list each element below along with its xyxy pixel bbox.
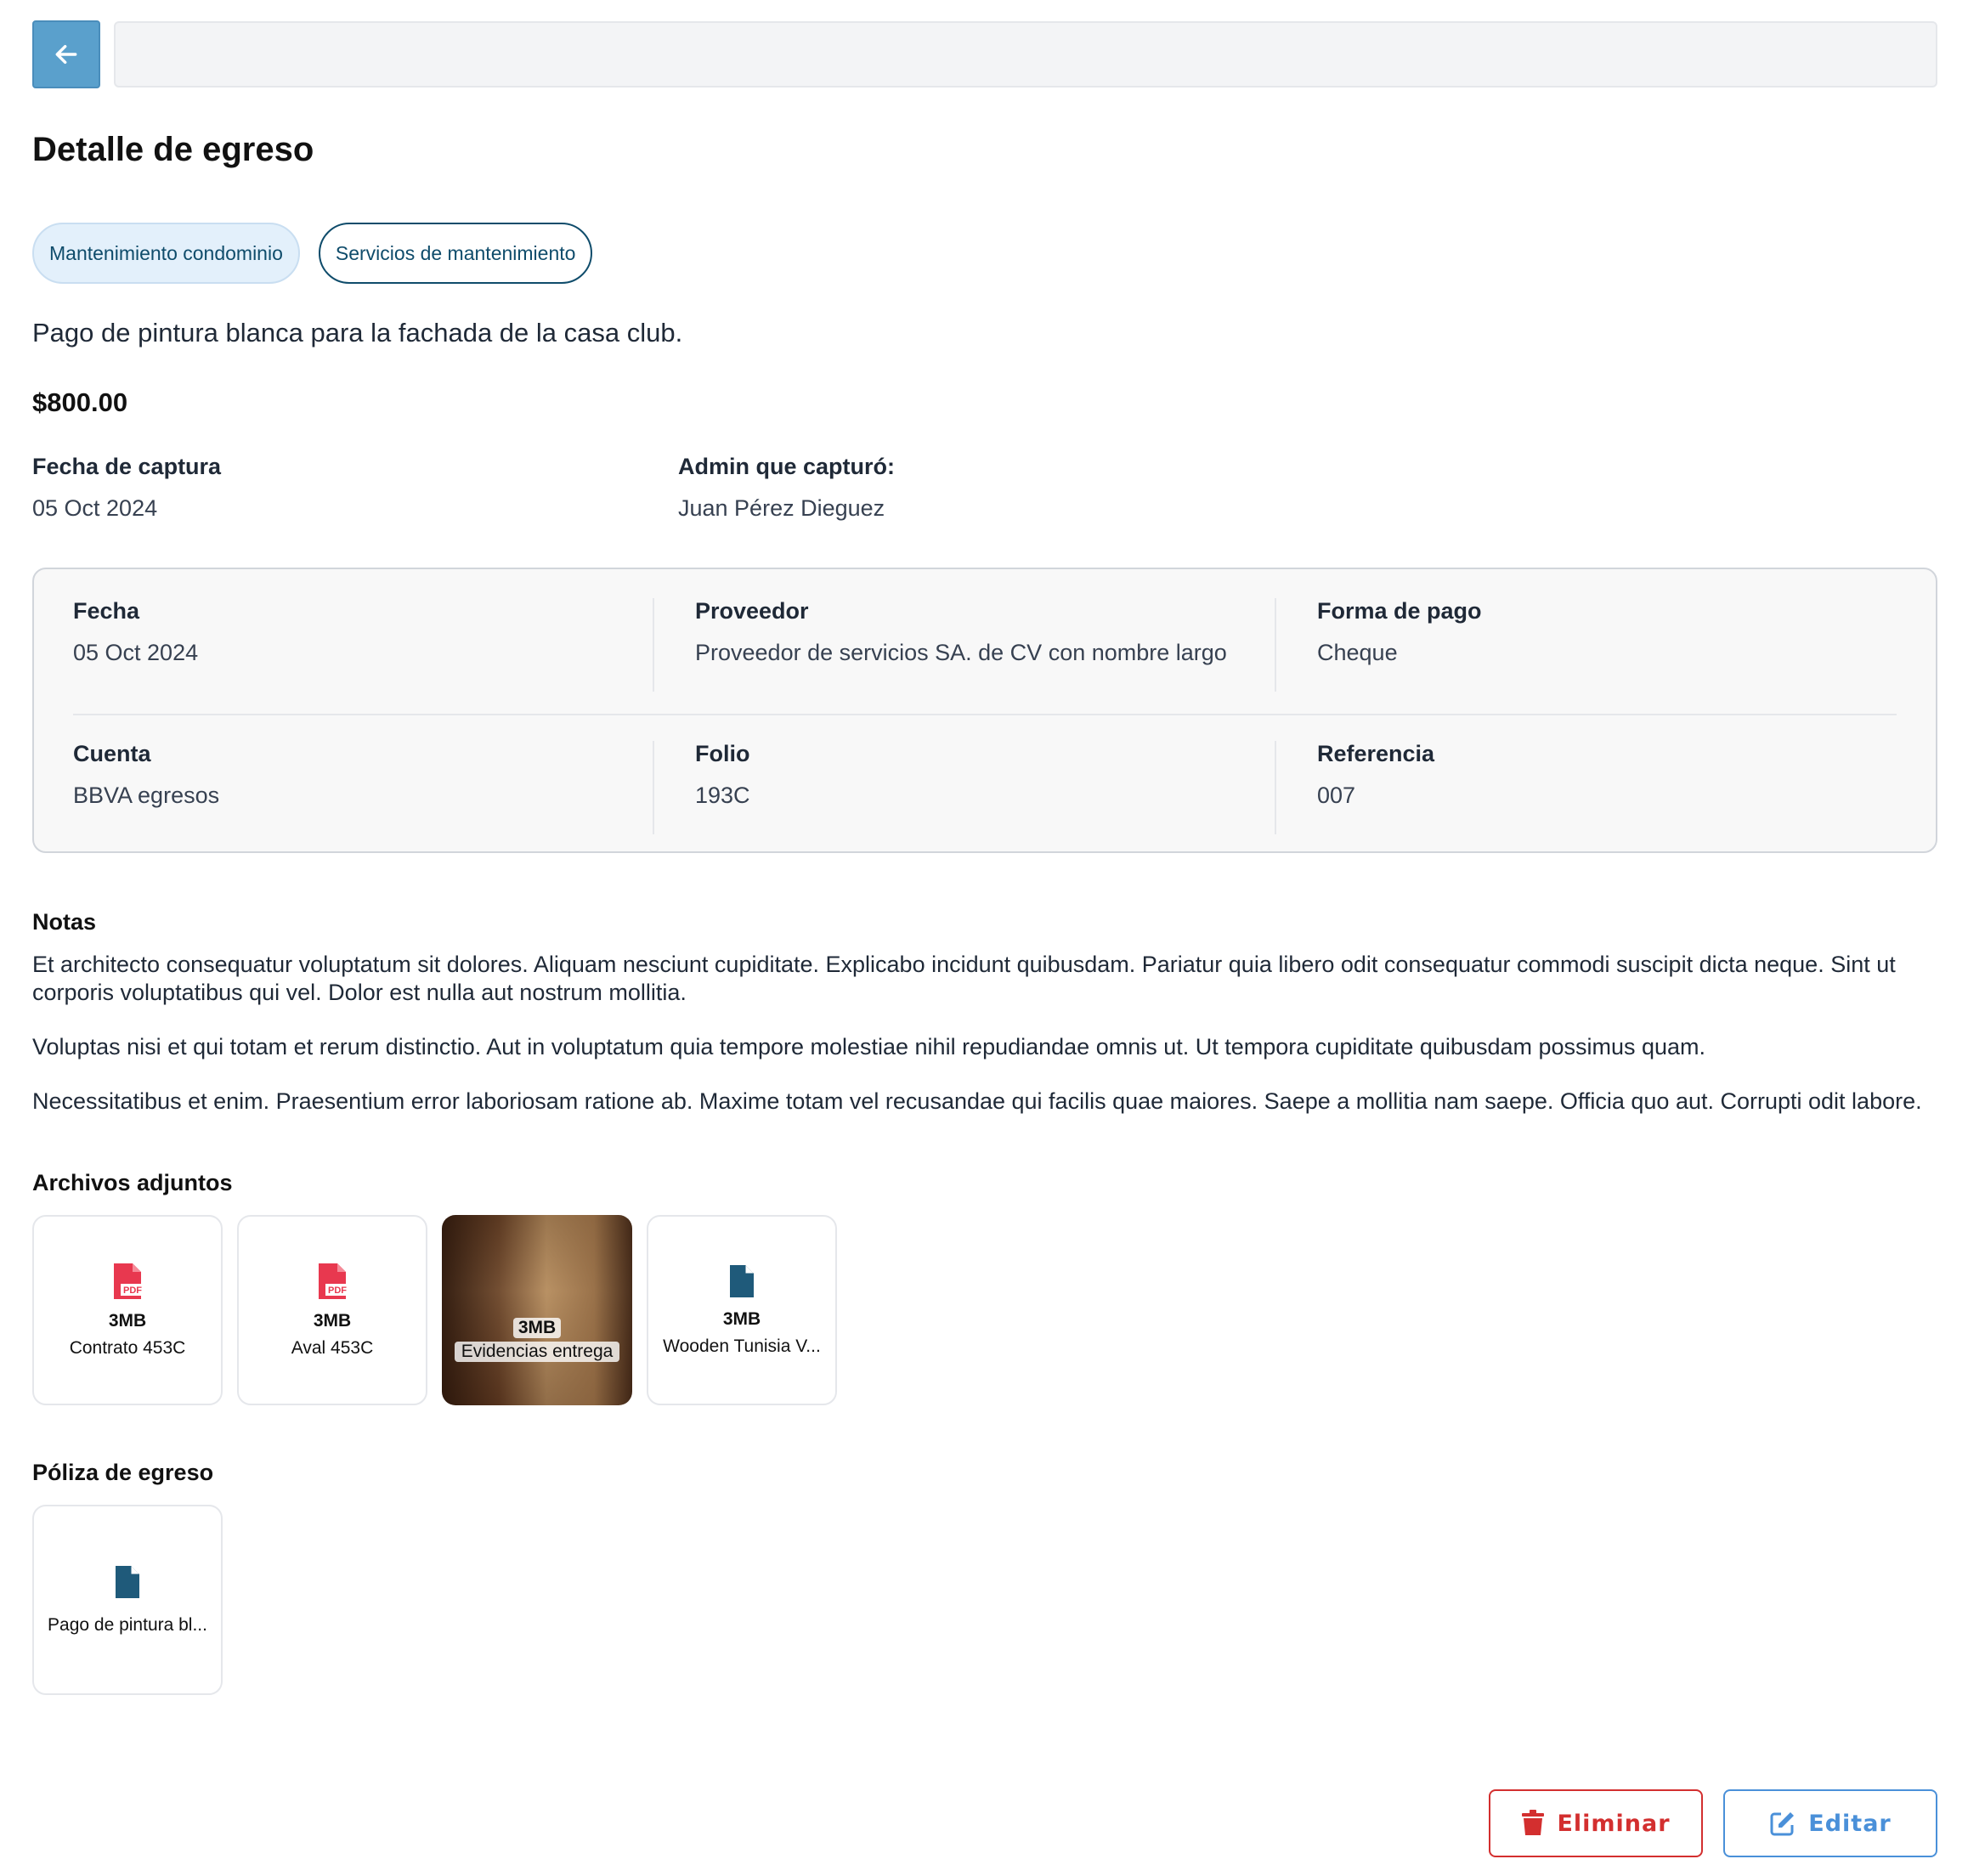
chip-servicios-mantenimiento[interactable]: Servicios de mantenimiento bbox=[318, 223, 593, 284]
attachment-name: Evidencias entrega bbox=[454, 1342, 620, 1362]
proveedor-label: Proveedor bbox=[695, 598, 809, 624]
file-icon bbox=[116, 1566, 139, 1598]
poliza-title: Póliza de egreso bbox=[32, 1460, 214, 1485]
forma-pago-cell: Forma de pago Cheque bbox=[1275, 598, 1897, 692]
note-paragraph: Voluptas nisi et qui totam et rerum dist… bbox=[32, 1034, 1706, 1059]
action-buttons: Eliminar Editar bbox=[1489, 1789, 1937, 1857]
file-icon bbox=[730, 1265, 754, 1297]
referencia-cell: Referencia 007 bbox=[1275, 741, 1897, 834]
details-divider bbox=[73, 714, 1897, 715]
svg-text:PDF: PDF bbox=[123, 1286, 142, 1296]
pdf-icon: PDF bbox=[114, 1263, 144, 1299]
fecha-cell: Fecha 05 Oct 2024 bbox=[73, 598, 653, 692]
forma-pago-label: Forma de pago bbox=[1317, 598, 1482, 624]
expense-description: Pago de pintura blanca para la fachada d… bbox=[32, 318, 683, 348]
note-paragraph: Et architecto consequatur voluptatum sit… bbox=[32, 952, 1896, 1005]
forma-pago-value: Cheque bbox=[1317, 640, 1398, 665]
cuenta-cell: Cuenta BBVA egresos bbox=[73, 741, 653, 834]
category-chips: Mantenimiento condominio Servicios de ma… bbox=[32, 223, 1937, 284]
notes-title: Notas bbox=[32, 909, 97, 935]
attachment-tile[interactable]: PDF 3MB Contrato 453C bbox=[32, 1215, 223, 1405]
top-bar bbox=[32, 20, 1937, 88]
capture-date-block: Fecha de captura 05 Oct 2024 bbox=[32, 454, 678, 522]
edit-button[interactable]: Editar bbox=[1723, 1789, 1937, 1857]
attachments-list: PDF 3MB Contrato 453C PDF 3MB Aval 453C … bbox=[32, 1215, 1937, 1405]
attachment-size: 3MB bbox=[722, 1309, 761, 1329]
back-button[interactable] bbox=[32, 20, 100, 88]
trash-icon bbox=[1522, 1810, 1545, 1835]
attachment-tile[interactable]: PDF 3MB Aval 453C bbox=[237, 1215, 427, 1405]
attachments-title: Archivos adjuntos bbox=[32, 1170, 233, 1195]
attachment-size: 3MB bbox=[512, 1318, 562, 1338]
cuenta-label: Cuenta bbox=[73, 741, 151, 766]
chip-mantenimiento-condominio[interactable]: Mantenimiento condominio bbox=[32, 223, 300, 284]
folio-cell: Folio 193C bbox=[653, 741, 1275, 834]
cuenta-value: BBVA egresos bbox=[73, 783, 220, 808]
details-row-1: Fecha 05 Oct 2024 Proveedor Proveedor de… bbox=[73, 598, 1897, 692]
page-title: Detalle de egreso bbox=[32, 131, 314, 168]
arrow-left-icon bbox=[55, 44, 77, 65]
poliza-file-name: Pago de pintura bl... bbox=[48, 1615, 207, 1635]
details-card: Fecha 05 Oct 2024 Proveedor Proveedor de… bbox=[32, 568, 1937, 853]
capture-date-label: Fecha de captura bbox=[32, 454, 222, 479]
delete-label: Eliminar bbox=[1557, 1810, 1671, 1837]
poliza-section: Póliza de egreso Pago de pintura bl... bbox=[32, 1460, 1937, 1695]
admin-block: Admin que capturó: Juan Pérez Dieguez bbox=[678, 454, 1324, 522]
pdf-icon: PDF bbox=[319, 1263, 349, 1299]
admin-label: Admin que capturó: bbox=[678, 454, 895, 479]
attachment-image-tile[interactable]: 3MB Evidencias entrega bbox=[442, 1215, 632, 1405]
referencia-value: 007 bbox=[1317, 783, 1356, 808]
referencia-label: Referencia bbox=[1317, 741, 1435, 766]
svg-text:PDF: PDF bbox=[328, 1286, 347, 1296]
expense-detail-page: Detalle de egreso Mantenimiento condomin… bbox=[32, 20, 1937, 1857]
attachment-size: 3MB bbox=[313, 1311, 352, 1331]
poliza-list: Pago de pintura bl... bbox=[32, 1505, 1937, 1695]
attachments-section: Archivos adjuntos PDF 3MB Contrato 453C … bbox=[32, 1170, 1937, 1405]
attachment-tile[interactable]: 3MB Wooden Tunisia V... bbox=[647, 1215, 837, 1405]
edit-label: Editar bbox=[1808, 1810, 1892, 1837]
note-paragraph: Necessitatibus et enim. Praesentium erro… bbox=[32, 1088, 1922, 1114]
folio-label: Folio bbox=[695, 741, 750, 766]
proveedor-cell: Proveedor Proveedor de servicios SA. de … bbox=[653, 598, 1275, 692]
details-row-2: Cuenta BBVA egresos Folio 193C Referenci… bbox=[73, 741, 1897, 834]
notes-section: Notas Et architecto consequatur voluptat… bbox=[32, 909, 1937, 1116]
delete-button[interactable]: Eliminar bbox=[1489, 1789, 1703, 1857]
attachment-name: Aval 453C bbox=[291, 1338, 374, 1358]
admin-value: Juan Pérez Dieguez bbox=[678, 495, 885, 521]
fecha-label: Fecha bbox=[73, 598, 140, 624]
attachment-name: Wooden Tunisia V... bbox=[663, 1336, 821, 1356]
attachment-name: Contrato 453C bbox=[69, 1338, 186, 1358]
capture-date-value: 05 Oct 2024 bbox=[32, 495, 158, 521]
search-bar[interactable] bbox=[114, 21, 1937, 88]
fecha-value: 05 Oct 2024 bbox=[73, 640, 199, 665]
expense-amount: $800.00 bbox=[32, 387, 128, 417]
attachment-size: 3MB bbox=[108, 1311, 147, 1331]
folio-value: 193C bbox=[695, 783, 750, 808]
edit-icon bbox=[1770, 1812, 1795, 1836]
proveedor-value: Proveedor de servicios SA. de CV con nom… bbox=[695, 640, 1227, 665]
poliza-tile[interactable]: Pago de pintura bl... bbox=[32, 1505, 223, 1695]
capture-meta: Fecha de captura 05 Oct 2024 Admin que c… bbox=[32, 454, 1937, 522]
